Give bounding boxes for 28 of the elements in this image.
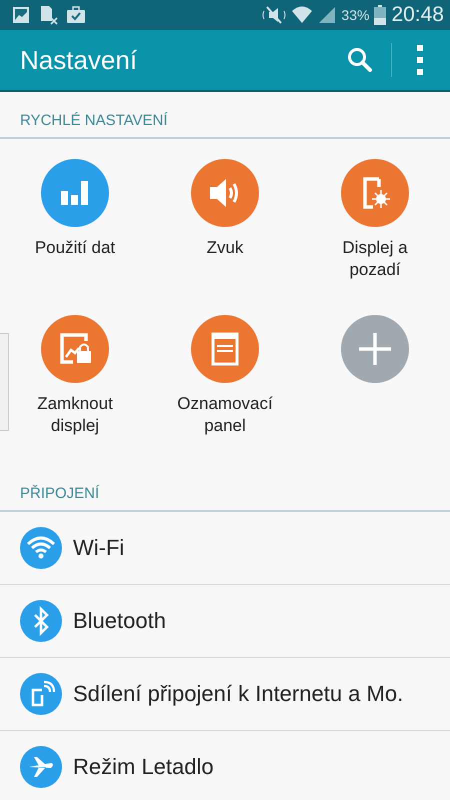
airplane-icon: [20, 746, 62, 788]
settings-list-item[interactable]: Bluetooth: [0, 585, 450, 658]
settings-list-item[interactable]: Wi-Fi: [0, 512, 450, 585]
battery-icon: [374, 5, 386, 25]
section-header: RYCHLÉ NASTAVENÍ: [0, 92, 450, 139]
briefcase-icon: [66, 6, 86, 24]
bluetooth-icon: [20, 600, 62, 642]
menu-icon: [416, 45, 424, 75]
quick-setting-tile[interactable]: Oznamovací panel: [165, 315, 285, 455]
quick-setting-tile[interactable]: Zvuk: [165, 159, 285, 299]
clock: 20:48: [391, 3, 444, 27]
cell-signal-icon: [318, 6, 336, 24]
edge-handle[interactable]: [0, 333, 9, 431]
quick-setting-tile[interactable]: Použití dat: [15, 159, 135, 299]
gallery-icon: [12, 6, 30, 24]
section-header: PŘIPOJENÍ: [0, 473, 450, 512]
settings-list-item[interactable]: Režim Letadlo: [0, 731, 450, 800]
battery-percentage: 33%: [341, 7, 370, 23]
settings-list-item[interactable]: Sdílení připojení k Internetu a Mo.: [0, 658, 450, 731]
mute-icon: [262, 6, 286, 24]
hotspot-icon: [20, 673, 62, 715]
screen-title: Nastavení: [20, 44, 138, 76]
search-icon: [347, 47, 373, 73]
quick-setting-tile[interactable]: Zamknout displej: [15, 315, 135, 455]
wifi-signal-icon: [291, 5, 314, 25]
wifi-icon: [20, 527, 62, 569]
sim-card-icon: [38, 5, 58, 25]
quick-setting-tile[interactable]: Displej a pozadí: [315, 159, 435, 299]
